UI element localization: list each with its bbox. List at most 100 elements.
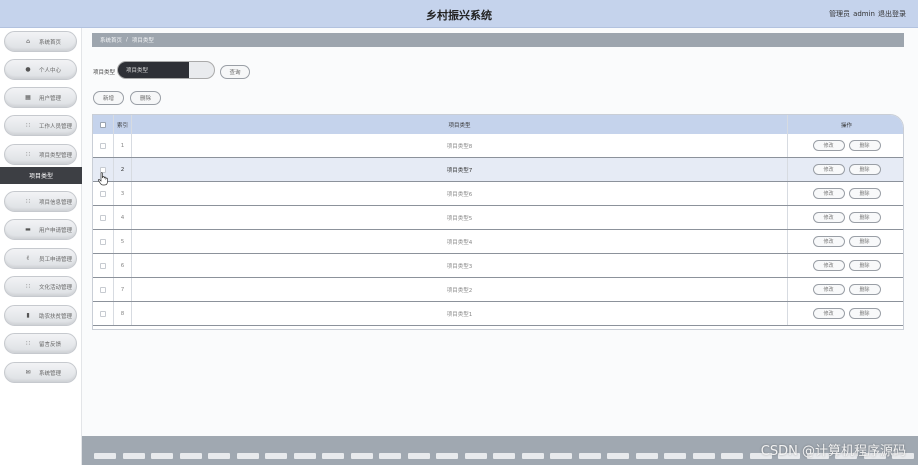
row-actions: 修改 删除 [788, 158, 903, 181]
table-row[interactable]: 2 项目类型7 修改 删除 [93, 158, 903, 182]
row-delete-button[interactable]: 删除 [848, 236, 881, 247]
grid-icon: ∷ [26, 340, 30, 347]
sidebar-item-project-info[interactable]: ∷ 项目信息管理 [4, 191, 77, 212]
row-actions: 修改 删除 [788, 206, 903, 229]
table-row[interactable]: 6 项目类型3 修改 删除 [93, 254, 903, 278]
footer-segment [464, 453, 487, 459]
sidebar-item-feedback[interactable]: ∷ 留言反馈 [4, 333, 77, 354]
row-checkbox[interactable] [100, 142, 106, 149]
select-all-checkbox[interactable] [100, 121, 106, 128]
sidebar-item-culture-activities[interactable]: ∷ 文化活动管理 [4, 276, 77, 297]
table-row[interactable]: 7 项目类型2 修改 删除 [93, 278, 903, 302]
row-checkbox[interactable] [100, 190, 106, 197]
logout-link[interactable]: 退出登录 [878, 10, 906, 18]
row-edit-button[interactable]: 修改 [812, 308, 845, 319]
sidebar-item-user-applications[interactable]: ▬ 用户申请管理 [4, 219, 77, 240]
table-header: 索引 项目类型 操作 [93, 115, 903, 134]
row-checkbox[interactable] [100, 310, 106, 317]
row-delete-button[interactable]: 删除 [848, 260, 881, 271]
row-actions: 修改 删除 [788, 302, 903, 325]
breadcrumb: 系统首页 / 项目类型 [92, 33, 904, 47]
sidebar-item-staff[interactable]: ∷ 工作人员管理 [4, 115, 77, 136]
row-delete-button[interactable]: 删除 [848, 164, 881, 175]
batch-delete-button[interactable]: 删除 [130, 91, 161, 105]
footer-segment [379, 453, 401, 459]
row-delete-button[interactable]: 删除 [848, 188, 881, 199]
grid-icon: ∷ [26, 122, 30, 129]
footer-segment [550, 453, 572, 459]
breadcrumb-home[interactable]: 系统首页 [100, 36, 122, 44]
row-edit-button[interactable]: 修改 [812, 260, 845, 271]
footer-segment [521, 453, 544, 459]
sidebar-item-home[interactable]: ⌂ 系统首页 [4, 31, 77, 52]
footer-segment [151, 453, 173, 459]
sidebar-subitem-project-type[interactable]: 项目类型 [0, 167, 82, 184]
sidebar-item-staff-applications[interactable]: ✌ 员工申请管理 [4, 248, 77, 269]
footer-segment [322, 453, 344, 459]
table-row[interactable]: 3 项目类型6 修改 删除 [93, 182, 903, 206]
row-delete-button[interactable]: 删除 [848, 212, 881, 223]
row-actions: 修改 删除 [788, 134, 903, 157]
grid-icon: ∷ [26, 198, 30, 205]
sidebar-item-system[interactable]: ✉ 系统管理 [4, 362, 77, 383]
row-edit-button[interactable]: 修改 [812, 188, 845, 199]
grid-icon: ∷ [26, 151, 30, 158]
footer-segment [664, 453, 686, 459]
table-row[interactable]: 4 项目类型5 修改 删除 [93, 206, 903, 230]
row-checkbox[interactable] [100, 238, 106, 245]
row-delete-button[interactable]: 删除 [848, 284, 881, 295]
row-checkbox[interactable] [100, 214, 106, 221]
chat-icon: ▬ [25, 226, 31, 233]
table-row[interactable]: 5 项目类型4 修改 删除 [93, 230, 903, 254]
select-all-cell [93, 115, 113, 134]
row-actions: 修改 删除 [788, 230, 903, 253]
search-input[interactable] [117, 61, 215, 79]
footer-segment [179, 453, 202, 459]
footer-segment [692, 453, 715, 459]
row-index: 2 [113, 158, 132, 181]
envelope-icon: ✉ [25, 369, 31, 376]
row-edit-button[interactable]: 修改 [812, 236, 845, 247]
top-bar: 乡村振兴系统 管理员 admin 退出登录 [0, 0, 918, 28]
footer-segment [350, 453, 373, 459]
row-edit-button[interactable]: 修改 [812, 284, 845, 295]
row-select-cell [93, 254, 113, 277]
user-area: 管理员 admin 退出登录 [826, 9, 906, 19]
footer-segment [122, 453, 145, 459]
row-edit-button[interactable]: 修改 [812, 164, 845, 175]
building-icon: ▦ [25, 94, 31, 101]
header-index: 索引 [113, 115, 132, 134]
main-content: 系统首页 / 项目类型 项目类型 查询 新增 删除 索引 项目类型 操作 1项目… [82, 28, 918, 436]
sidebar-item-project-types[interactable]: ∷ 项目类型管理 [4, 144, 77, 165]
row-select-cell [93, 206, 113, 229]
row-checkbox[interactable] [100, 286, 106, 293]
app-title: 乡村振兴系统 [426, 9, 492, 22]
row-select-cell [93, 302, 113, 325]
sidebar-item-poverty-aid[interactable]: ▮ 助农扶贫管理 [4, 305, 77, 326]
row-checkbox[interactable] [100, 262, 106, 269]
row-index: 7 [113, 278, 132, 301]
search-label: 项目类型 [93, 70, 116, 76]
row-delete-button[interactable]: 删除 [848, 308, 881, 319]
hand-cursor-icon [97, 172, 108, 186]
sidebar-item-profile[interactable]: ● 个人中心 [4, 59, 77, 80]
row-index: 5 [113, 230, 132, 253]
add-button[interactable]: 新增 [93, 91, 124, 105]
row-type: 项目类型3 [132, 254, 788, 277]
row-edit-button[interactable]: 修改 [812, 140, 845, 151]
table-row[interactable]: 8 项目类型1 修改 删除 [93, 302, 903, 326]
footer-segment [578, 453, 601, 459]
grid-icon: ∷ [26, 283, 30, 290]
sidebar: ⌂ 系统首页 ● 个人中心 ▦ 用户管理 ∷ 工作人员管理 ∷ 项目类型管理 项目类型 ∷… [0, 28, 82, 465]
sidebar-item-users[interactable]: ▦ 用户管理 [4, 87, 77, 108]
footer-segment [493, 453, 515, 459]
row-index: 1 [113, 134, 132, 157]
row-delete-button[interactable]: 删除 [848, 140, 881, 151]
row-index: 4 [113, 206, 132, 229]
row-edit-button[interactable]: 修改 [812, 212, 845, 223]
table-row[interactable]: 1 项目类型8 修改 删除 [93, 134, 903, 158]
search-button[interactable]: 查询 [220, 65, 250, 79]
header-type: 项目类型 [132, 115, 788, 134]
footer-segment [721, 453, 743, 459]
row-actions: 修改 删除 [788, 278, 903, 301]
